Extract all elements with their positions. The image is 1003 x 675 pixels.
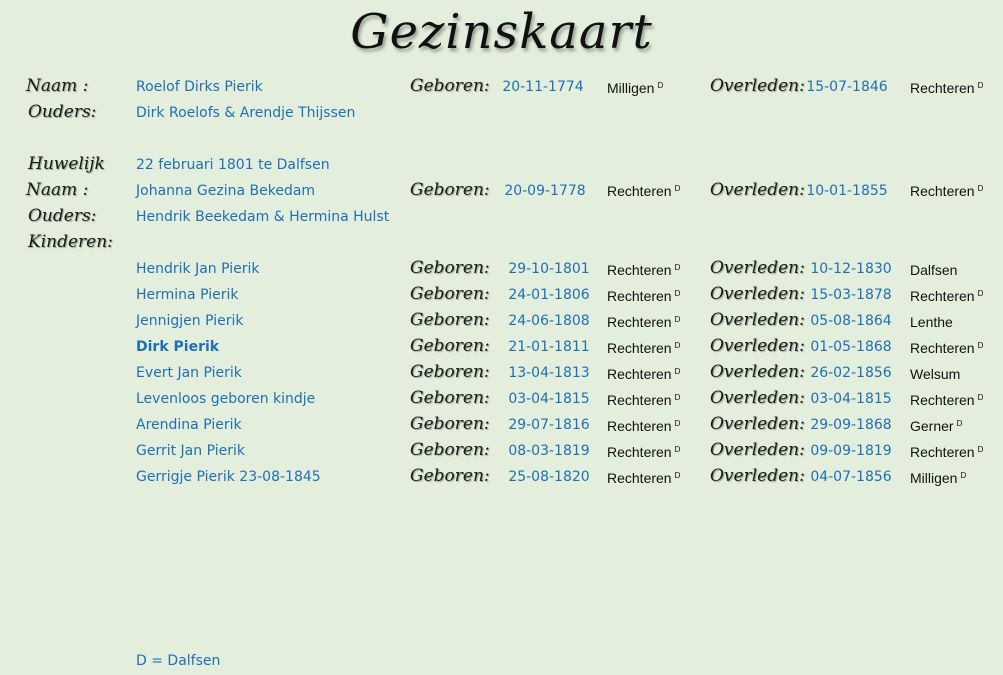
child-birth-date: 29-10-1801 (508, 261, 590, 277)
child-birth-date: 21-01-1811 (508, 339, 590, 355)
child-birth-date: 13-04-1813 (508, 365, 590, 381)
label-geboren: Geboren: (410, 440, 490, 460)
label-overleden: Overleden: (710, 258, 805, 278)
child-death-place: Milligen D (910, 470, 967, 486)
father-name: Roelof Dirks Pierik (136, 79, 263, 95)
label-overleden: Overleden: (710, 180, 805, 200)
child-birth-date: 08-03-1819 (508, 443, 590, 459)
mother-death-place: Rechteren D (910, 183, 984, 199)
label-overleden: Overleden: (710, 466, 805, 486)
child-death-place: Rechteren D (910, 444, 984, 460)
child-death-place: Lenthe (910, 314, 953, 330)
child-death-place: Welsum (910, 366, 961, 382)
label-geboren: Geboren: (410, 362, 490, 382)
child-name: Arendina Pierik (136, 417, 242, 433)
marriage-text: 22 februari 1801 te Dalfsen (136, 157, 330, 173)
child-death-date: 15-03-1878 (810, 287, 892, 303)
label-geboren: Geboren: (410, 310, 490, 330)
child-death-date: 01-05-1868 (810, 339, 892, 355)
label-geboren: Geboren: (410, 388, 490, 408)
father-birth-date: 20-11-1774 (502, 79, 584, 95)
mother-birth-place: Rechteren D (607, 183, 681, 199)
child-death-place: Dalfsen (910, 262, 958, 278)
label-geboren: Geboren: (410, 76, 490, 96)
mother-death-date: 10-01-1855 (806, 183, 888, 199)
child-death-date: 10-12-1830 (810, 261, 892, 277)
child-name: Evert Jan Pierik (136, 365, 242, 381)
child-name: Jennigjen Pierik (136, 313, 244, 329)
father-death-place: Rechteren D (910, 80, 984, 96)
label-ouders: Ouders: (28, 206, 97, 226)
child-birth-place: Rechteren D (607, 366, 681, 382)
child-birth-place: Rechteren D (607, 340, 681, 356)
label-overleden: Overleden: (710, 414, 805, 434)
mother-parents: Hendrik Beekedam & Hermina Hulst (136, 209, 390, 225)
label-overleden: Overleden: (710, 362, 805, 382)
child-name: Hermina Pierik (136, 287, 239, 303)
child-birth-place: Rechteren D (607, 314, 681, 330)
label-overleden: Overleden: (710, 440, 805, 460)
page-title: Gezinskaart (350, 4, 653, 60)
child-death-place: Rechteren D (910, 288, 984, 304)
child-birth-place: Rechteren D (607, 262, 681, 278)
child-name: Hendrik Jan Pierik (136, 261, 260, 277)
label-naam: Naam : (26, 76, 89, 96)
child-death-date: 05-08-1864 (810, 313, 892, 329)
father-parents: Dirk Roelofs & Arendje Thijssen (136, 105, 356, 121)
label-overleden: Overleden: (710, 336, 805, 356)
child-name: Gerrigje Pierik 23-08-1845 (136, 469, 321, 485)
child-death-place: Rechteren D (910, 392, 984, 408)
child-birth-date: 03-04-1815 (508, 391, 590, 407)
child-birth-date: 24-01-1806 (508, 287, 590, 303)
label-geboren: Geboren: (410, 180, 490, 200)
label-geboren: Geboren: (410, 284, 490, 304)
mother-birth-date: 20-09-1778 (504, 183, 586, 199)
child-death-place: Rechteren D (910, 340, 984, 356)
child-death-place: Gerner D (910, 418, 963, 434)
label-overleden: Overleden: (710, 76, 805, 96)
child-death-date: 03-04-1815 (810, 391, 892, 407)
child-death-date: 04-07-1856 (810, 469, 892, 485)
child-name: Levenloos geboren kindje (136, 391, 316, 407)
child-name: Dirk Pierik (136, 339, 220, 355)
child-birth-place: Rechteren D (607, 470, 681, 486)
child-birth-date: 24-06-1808 (508, 313, 590, 329)
father-birth-place: Milligen D (607, 80, 664, 96)
mother-name: Johanna Gezina Bekedam (136, 183, 316, 199)
child-birth-place: Rechteren D (607, 288, 681, 304)
father-death-date: 15-07-1846 (806, 79, 888, 95)
legend-note: D = Dalfsen (136, 653, 221, 669)
label-overleden: Overleden: (710, 388, 805, 408)
label-geboren: Geboren: (410, 336, 490, 356)
child-birth-date: 25-08-1820 (508, 469, 590, 485)
label-ouders: Ouders: (28, 102, 97, 122)
label-kinderen: Kinderen: (28, 232, 113, 252)
child-birth-place: Rechteren D (607, 392, 681, 408)
label-geboren: Geboren: (410, 258, 490, 278)
label-overleden: Overleden: (710, 310, 805, 330)
label-naam: Naam : (26, 180, 89, 200)
child-name: Gerrit Jan Pierik (136, 443, 245, 459)
child-death-date: 26-02-1856 (810, 365, 892, 381)
label-geboren: Geboren: (410, 414, 490, 434)
child-death-date: 29-09-1868 (810, 417, 892, 433)
label-overleden: Overleden: (710, 284, 805, 304)
label-geboren: Geboren: (410, 466, 490, 486)
child-birth-place: Rechteren D (607, 444, 681, 460)
child-birth-place: Rechteren D (607, 418, 681, 434)
child-birth-date: 29-07-1816 (508, 417, 590, 433)
label-huwelijk: Huwelijk (28, 154, 105, 174)
child-death-date: 09-09-1819 (810, 443, 892, 459)
